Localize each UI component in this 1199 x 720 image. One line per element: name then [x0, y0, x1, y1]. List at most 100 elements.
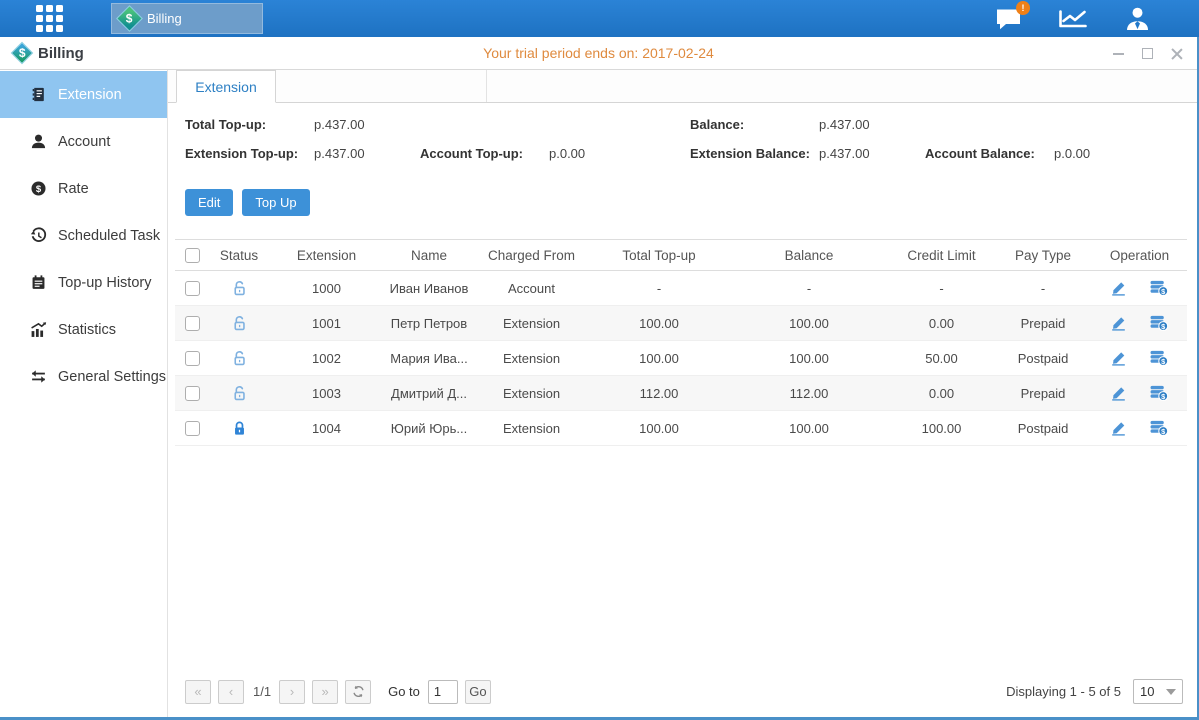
- topup-row-icon[interactable]: $: [1150, 280, 1168, 296]
- cell-total-topup: 100.00: [589, 341, 729, 376]
- notifications-icon[interactable]: !: [995, 7, 1022, 30]
- sidebar-label: General Settings: [58, 369, 166, 385]
- cell-charged-from: Extension: [474, 411, 589, 446]
- go-button[interactable]: Go: [465, 680, 491, 704]
- first-page-button[interactable]: «: [185, 680, 211, 704]
- sidebar-item-general-settings[interactable]: General Settings: [0, 353, 167, 400]
- cell-balance: -: [729, 271, 889, 306]
- history-clock-icon: [30, 227, 47, 244]
- cell-charged-from: Extension: [474, 341, 589, 376]
- total-topup-value: p.437.00: [314, 117, 420, 132]
- tab-bar: Extension: [168, 70, 1197, 103]
- action-buttons: Edit Top Up: [175, 189, 1185, 216]
- account-topup-label: Account Top-up:: [420, 146, 549, 161]
- last-page-button[interactable]: »: [312, 680, 338, 704]
- dollar-circle-icon: $: [30, 180, 47, 197]
- edit-row-icon[interactable]: [1111, 386, 1126, 401]
- sidebar-item-rate[interactable]: $ Rate: [0, 165, 167, 212]
- extension-content: Total Top-up: p.437.00 Extension Top-up:…: [168, 103, 1197, 717]
- row-checkbox[interactable]: [185, 316, 200, 331]
- topup-row-icon[interactable]: $: [1150, 315, 1168, 331]
- goto-label: Go to: [388, 684, 420, 699]
- ledger-icon: [30, 86, 47, 103]
- minimize-button[interactable]: [1112, 47, 1125, 60]
- cell-total-topup: 112.00: [589, 376, 729, 411]
- taskbar-billing-tab[interactable]: $ Billing: [111, 3, 263, 34]
- prev-page-button[interactable]: ‹: [218, 680, 244, 704]
- lock-status-icon: [231, 419, 248, 434]
- select-all-checkbox[interactable]: [185, 248, 200, 263]
- desktop-taskbar: $ Billing !: [0, 0, 1199, 37]
- topup-row-icon[interactable]: $: [1150, 350, 1168, 366]
- sidebar-item-topup-history[interactable]: Top-up History: [0, 259, 167, 306]
- extension-balance-label: Extension Balance:: [690, 146, 819, 161]
- cell-charged-from: Account: [474, 271, 589, 306]
- app-launcher-icon[interactable]: [36, 5, 63, 32]
- sidebar: Extension Account $ Rate Scheduled Task: [0, 70, 168, 717]
- cell-extension: 1004: [269, 411, 384, 446]
- user-account-icon[interactable]: [1124, 6, 1151, 31]
- sidebar-item-extension[interactable]: Extension: [0, 71, 167, 118]
- top-up-button[interactable]: Top Up: [242, 189, 309, 216]
- cell-credit-limit: 50.00: [889, 341, 994, 376]
- header-status: Status: [209, 240, 269, 271]
- extensions-table: Status Extension Name Charged From Total…: [175, 239, 1187, 446]
- header-extension: Extension: [269, 240, 384, 271]
- table-row[interactable]: 1003 Дмитрий Д... Extension 112.00 112.0…: [175, 376, 1187, 411]
- refresh-button[interactable]: [345, 680, 371, 704]
- table-row[interactable]: 1001 Петр Петров Extension 100.00 100.00…: [175, 306, 1187, 341]
- sidebar-item-statistics[interactable]: Statistics: [0, 306, 167, 353]
- table-row[interactable]: 1004 Юрий Юрь... Extension 100.00 100.00…: [175, 411, 1187, 446]
- header-credit-limit: Credit Limit: [889, 240, 994, 271]
- close-button[interactable]: [1170, 47, 1183, 60]
- cell-total-topup: 100.00: [589, 306, 729, 341]
- account-balance-value: p.0.00: [1054, 146, 1160, 161]
- tab-separator: [486, 70, 487, 102]
- extension-topup-value: p.437.00: [314, 146, 420, 161]
- sidebar-label: Statistics: [58, 322, 116, 338]
- cell-name: Петр Петров: [384, 306, 474, 341]
- bar-chart-icon: [30, 321, 47, 338]
- table-row[interactable]: 1002 Мария Ива... Extension 100.00 100.0…: [175, 341, 1187, 376]
- sidebar-item-account[interactable]: Account: [0, 118, 167, 165]
- tab-extension[interactable]: Extension: [176, 70, 276, 103]
- edit-row-icon[interactable]: [1111, 351, 1126, 366]
- sidebar-label: Extension: [58, 87, 122, 103]
- edit-row-icon[interactable]: [1111, 281, 1126, 296]
- row-checkbox[interactable]: [185, 281, 200, 296]
- sliders-icon: [30, 368, 47, 385]
- trial-notice: Your trial period ends on: 2017-02-24: [0, 45, 1197, 61]
- total-topup-label: Total Top-up:: [185, 117, 314, 132]
- topup-row-icon[interactable]: $: [1150, 385, 1168, 401]
- header-total-topup: Total Top-up: [589, 240, 729, 271]
- edit-row-icon[interactable]: [1111, 316, 1126, 331]
- chevron-down-icon: [1166, 689, 1176, 695]
- cell-credit-limit: -: [889, 271, 994, 306]
- cell-total-topup: -: [589, 271, 729, 306]
- cell-pay-type: Postpaid: [994, 341, 1092, 376]
- cell-credit-limit: 100.00: [889, 411, 994, 446]
- lock-status-icon: [231, 314, 248, 329]
- edit-button[interactable]: Edit: [185, 189, 233, 216]
- billing-app-icon: $: [116, 5, 143, 32]
- row-checkbox[interactable]: [185, 421, 200, 436]
- row-checkbox[interactable]: [185, 386, 200, 401]
- sidebar-item-scheduled-task[interactable]: Scheduled Task: [0, 212, 167, 259]
- goto-page-input[interactable]: [428, 680, 458, 704]
- balance-label: Balance:: [690, 117, 819, 132]
- billing-window: $ Billing Your trial period ends on: 201…: [0, 37, 1199, 720]
- header-pay-type: Pay Type: [994, 240, 1092, 271]
- topup-row-icon[interactable]: $: [1150, 420, 1168, 436]
- table-row[interactable]: 1000 Иван Иванов Account - - - - $: [175, 271, 1187, 306]
- row-checkbox[interactable]: [185, 351, 200, 366]
- main-panel: Extension Total Top-up: p.437.00 Extensi…: [168, 70, 1197, 717]
- edit-row-icon[interactable]: [1111, 421, 1126, 436]
- page-size-select[interactable]: 10: [1133, 679, 1183, 704]
- balance-value: p.437.00: [819, 117, 925, 132]
- cell-name: Дмитрий Д...: [384, 376, 474, 411]
- window-titlebar: $ Billing Your trial period ends on: 201…: [0, 37, 1197, 70]
- resource-monitor-icon[interactable]: [1058, 8, 1088, 30]
- next-page-button[interactable]: ›: [279, 680, 305, 704]
- cell-pay-type: Prepaid: [994, 376, 1092, 411]
- maximize-button[interactable]: [1141, 47, 1154, 60]
